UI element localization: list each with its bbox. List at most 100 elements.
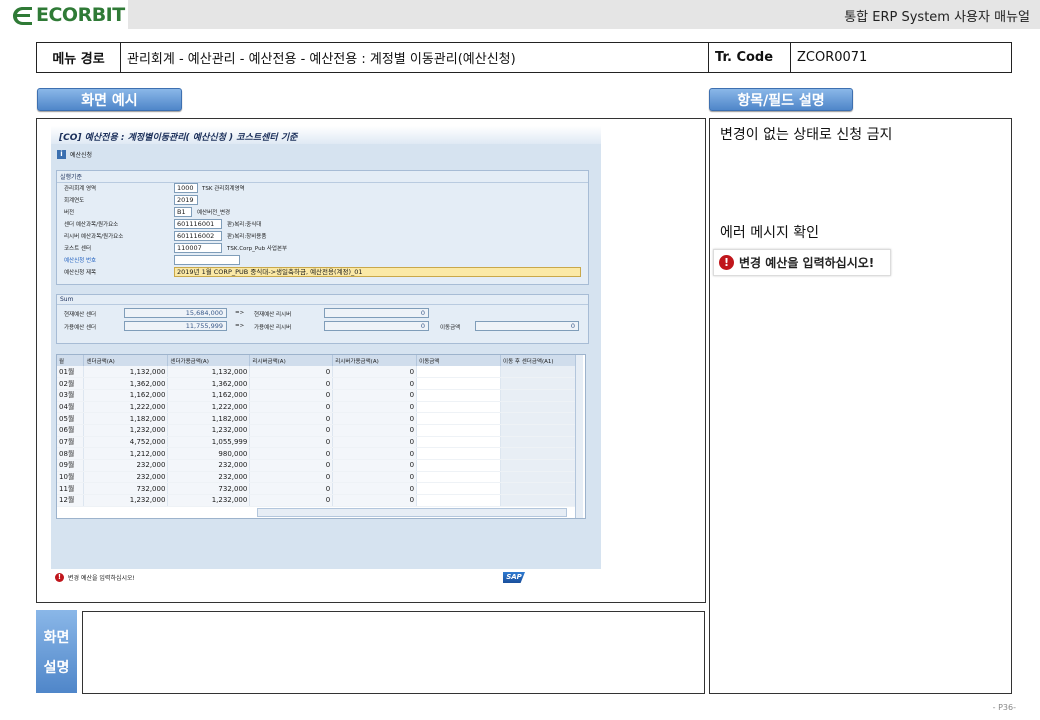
table-cell[interactable] <box>416 459 502 472</box>
grid-header[interactable]: 리시버가용금액(A) <box>332 355 418 366</box>
sum-group-title: Sum <box>57 295 588 305</box>
table-cell: 1,132,000 <box>167 366 251 379</box>
table-cell <box>500 366 577 379</box>
table-cell: 05월 <box>57 412 85 425</box>
table-cell: 232,000 <box>83 471 169 484</box>
table-cell: 0 <box>332 401 418 414</box>
table-row[interactable]: 12월 1,232,000 1,232,000 0 0 <box>57 494 577 507</box>
table-row[interactable]: 10월 232,000 232,000 0 0 <box>57 471 577 484</box>
menu-path-label: 메뉴 경로 <box>37 43 121 72</box>
monthly-budget-grid[interactable]: 월 센더금액(A) 센더가용금액(A) 리시버금액(A) 리시버가용금액(A) … <box>56 354 586 519</box>
ecorbit-logo-icon <box>13 7 32 25</box>
table-row[interactable]: 09월 232,000 232,000 0 0 <box>57 459 577 472</box>
table-cell: 1,162,000 <box>167 389 251 402</box>
page-number: - P36- <box>992 703 1016 712</box>
field-label: 회계연도 <box>64 198 85 204</box>
table-cell[interactable] <box>416 389 502 402</box>
section-screen-example: 화면 예시 <box>37 88 182 111</box>
table-cell: 0 <box>249 459 334 472</box>
table-cell[interactable] <box>416 494 502 507</box>
note-check-error: 에러 메시지 확인 <box>720 225 820 241</box>
table-cell[interactable] <box>416 424 502 437</box>
table-cell[interactable] <box>416 377 502 390</box>
table-cell <box>500 459 577 472</box>
table-cell: 01월 <box>57 366 85 379</box>
table-row[interactable]: 04월 1,222,000 1,222,000 0 0 <box>57 401 577 414</box>
table-cell <box>500 424 577 437</box>
field-desc: TSK.Corp_Pub 사업본부 <box>227 246 288 252</box>
version-input[interactable]: B1 <box>174 207 192 217</box>
table-row[interactable]: 08월 1,212,000 980,000 0 0 <box>57 447 577 460</box>
table-cell: 1,222,000 <box>83 401 169 414</box>
tcode-label: Tr. Code <box>709 43 791 72</box>
table-cell[interactable] <box>416 482 502 496</box>
sender-cost-element-input[interactable]: 601116001 <box>174 219 222 229</box>
field-label: 센더 예산과목/원가요소 <box>64 222 119 228</box>
grid-header[interactable]: 이동금액 <box>416 355 502 366</box>
screen-desc-line2: 설명 <box>43 659 70 676</box>
field-label: 예산신청 번호 <box>64 258 97 264</box>
table-cell: 1,232,000 <box>167 494 251 507</box>
screen-description-label: 화면 설명 <box>36 610 77 693</box>
fiscal-year-input[interactable]: 2019 <box>174 195 198 205</box>
grid-header[interactable]: 이동 후 센더금액(A1) <box>500 355 577 366</box>
grid-header-row: 월 센더금액(A) 센더가용금액(A) 리시버금액(A) 리시버가용금액(A) … <box>57 355 577 366</box>
table-row[interactable]: 07월 4,752,000 1,055,999 0 0 <box>57 436 577 449</box>
grid-header[interactable]: 센더가용금액(A) <box>167 355 251 366</box>
sum-label: 가용예산 리시버 <box>254 325 292 331</box>
table-row[interactable]: 05월 1,182,000 1,182,000 0 0 <box>57 412 577 425</box>
table-cell: 0 <box>332 459 418 472</box>
table-cell: 0 <box>249 447 334 460</box>
info-icon[interactable]: i <box>57 149 66 159</box>
table-cell <box>500 447 577 460</box>
section-field-description: 항목/필드 설명 <box>709 88 853 111</box>
table-cell <box>500 412 577 425</box>
logo: ECORBIT <box>0 0 128 32</box>
table-cell: 1,222,000 <box>167 401 251 414</box>
sum-label: 가용예산 센더 <box>64 325 97 331</box>
grid-vertical-scrollbar[interactable] <box>575 355 583 518</box>
grid-header[interactable]: 월 <box>57 355 85 366</box>
table-cell: 0 <box>332 389 418 402</box>
error-icon: ! <box>55 573 64 582</box>
document-title: 통합 ERP System 사용자 매뉴얼 <box>844 10 1030 25</box>
table-cell: 0 <box>332 447 418 460</box>
table-cell: 09월 <box>57 459 85 472</box>
table-cell: 4,752,000 <box>83 436 169 449</box>
table-row[interactable]: 01월 1,132,000 1,132,000 0 0 <box>57 366 577 379</box>
grid-header[interactable]: 센더금액(A) <box>83 355 169 366</box>
table-cell: 0 <box>249 401 334 414</box>
budget-request-no-input[interactable] <box>174 255 240 265</box>
table-cell: 0 <box>249 412 334 425</box>
table-cell: 0 <box>249 471 334 484</box>
field-label: 관리회계 영역 <box>64 186 97 192</box>
table-cell: 732,000 <box>167 482 251 496</box>
receiver-cost-element-input[interactable]: 601116002 <box>174 231 222 241</box>
table-cell: 11월 <box>57 482 85 496</box>
note-no-change: 변경이 없는 상태로 신청 금지 <box>720 127 893 143</box>
budget-request-button[interactable]: 예산신청 <box>70 150 92 159</box>
table-row[interactable]: 11월 732,000 732,000 0 0 <box>57 482 577 496</box>
table-row[interactable]: 06월 1,232,000 1,232,000 0 0 <box>57 424 577 437</box>
table-cell[interactable] <box>416 471 502 484</box>
table-cell[interactable] <box>416 447 502 460</box>
table-cell <box>500 471 577 484</box>
cost-center-input[interactable]: 110007 <box>174 243 222 253</box>
grid-horizontal-scrollbar[interactable] <box>257 508 567 517</box>
table-cell: 232,000 <box>167 459 251 472</box>
table-row[interactable]: 02월 1,362,000 1,362,000 0 0 <box>57 377 577 390</box>
screen-description-box <box>82 611 705 694</box>
table-cell[interactable] <box>416 412 502 425</box>
table-row[interactable]: 03월 1,162,000 1,162,000 0 0 <box>57 389 577 402</box>
table-cell[interactable] <box>416 436 502 449</box>
grid-header[interactable]: 리시버금액(A) <box>249 355 334 366</box>
table-cell <box>500 389 577 402</box>
field-desc: 판)복리:중식대 <box>227 222 262 228</box>
budget-request-title-input[interactable]: 2019년 1월 CORP_PUB 중식대->생일축하금, 예산전용(계정)_0… <box>174 267 581 277</box>
available-receiver-value: 0 <box>324 321 429 331</box>
co-area-input[interactable]: 1000 <box>174 183 198 193</box>
table-cell[interactable] <box>416 401 502 414</box>
sum-label: 이동금액 <box>440 325 461 331</box>
table-cell[interactable] <box>416 366 502 379</box>
field-label: 버전 <box>64 210 75 216</box>
